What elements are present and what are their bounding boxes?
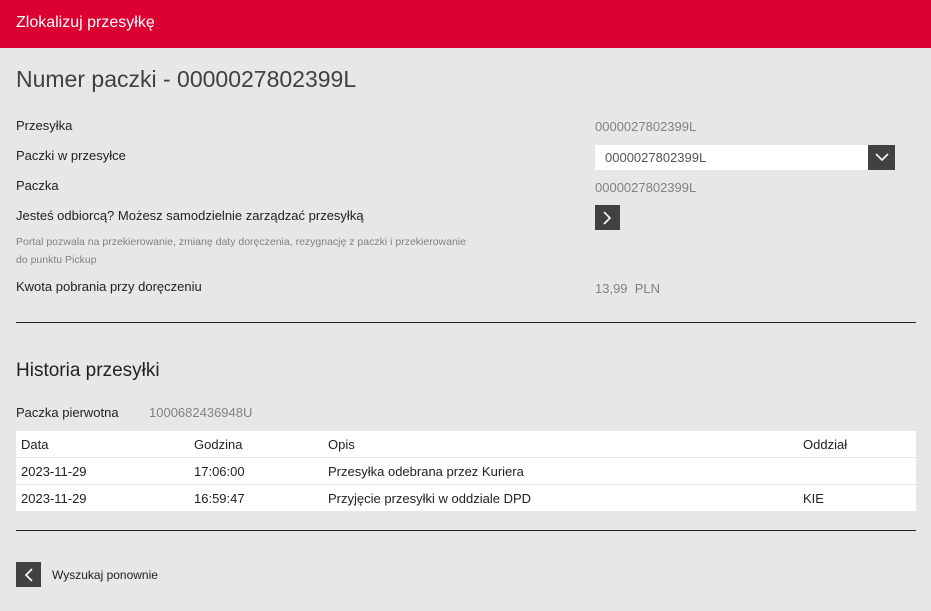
history-table: Data Godzina Opis Oddział 2023-11-29 17:… [16, 431, 916, 512]
parcels-select-value: 0000027802399L [605, 150, 707, 165]
chevron-down-icon[interactable] [868, 145, 895, 170]
cod-value: 13,99 PLN [595, 281, 661, 296]
column-header-description: Opis [328, 436, 355, 452]
manage-shipment-button[interactable] [595, 205, 620, 230]
chevron-left-icon [24, 567, 33, 582]
page-title: Numer paczki - 0000027802399L [16, 66, 357, 92]
cell-description: Przyjęcie przesyłki w oddziale DPD [328, 490, 532, 506]
cell-time: 16:59:47 [194, 490, 245, 506]
portal-note: Portal pozwala na przekierowanie, zmianę… [16, 236, 466, 266]
parcel-value: 0000027802399L [595, 180, 697, 195]
table-row: 2023-11-29 17:06:00 Przesyłka odebrana p… [16, 458, 916, 485]
divider [16, 322, 916, 323]
chevron-right-icon [603, 210, 612, 225]
divider [16, 530, 916, 531]
column-header-date: Data [21, 436, 49, 452]
cell-branch: KIE [803, 490, 824, 506]
header-title: Zlokalizuj przesyłkę [16, 14, 155, 31]
recipient-label: Jesteś odbiorcą? Możesz samodzielnie zar… [16, 208, 364, 223]
parcels-select[interactable]: 0000027802399L [595, 145, 895, 170]
cell-branch [798, 458, 916, 485]
original-parcel-value: 1000682436948U [149, 405, 253, 420]
column-header-branch: Oddział [803, 436, 848, 452]
parcel-label: Paczka [16, 178, 59, 193]
shipment-value: 0000027802399L [595, 119, 697, 134]
cod-label: Kwota pobrania przy doręczeniu [16, 279, 202, 294]
original-parcel-label: Paczka pierwotna [16, 405, 119, 420]
cell-date: 2023-11-29 [21, 490, 87, 506]
search-again-button[interactable] [16, 562, 41, 587]
column-header-time: Godzina [194, 436, 243, 452]
shipment-label: Przesyłka [16, 118, 73, 133]
history-title: Historia przesyłki [16, 360, 160, 381]
search-again-link[interactable]: Wyszukaj ponownie [52, 568, 158, 582]
table-header-row: Data Godzina Opis Oddział [16, 431, 916, 458]
table-row: 2023-11-29 16:59:47 Przyjęcie przesyłki … [16, 485, 916, 512]
cell-date: 2023-11-29 [21, 463, 87, 479]
cell-description: Przesyłka odebrana przez Kuriera [328, 463, 524, 479]
top-bar: Zlokalizuj przesyłkę [0, 0, 931, 48]
parcels-label: Paczki w przesyłce [16, 148, 126, 163]
cell-time: 17:06:00 [194, 463, 245, 479]
